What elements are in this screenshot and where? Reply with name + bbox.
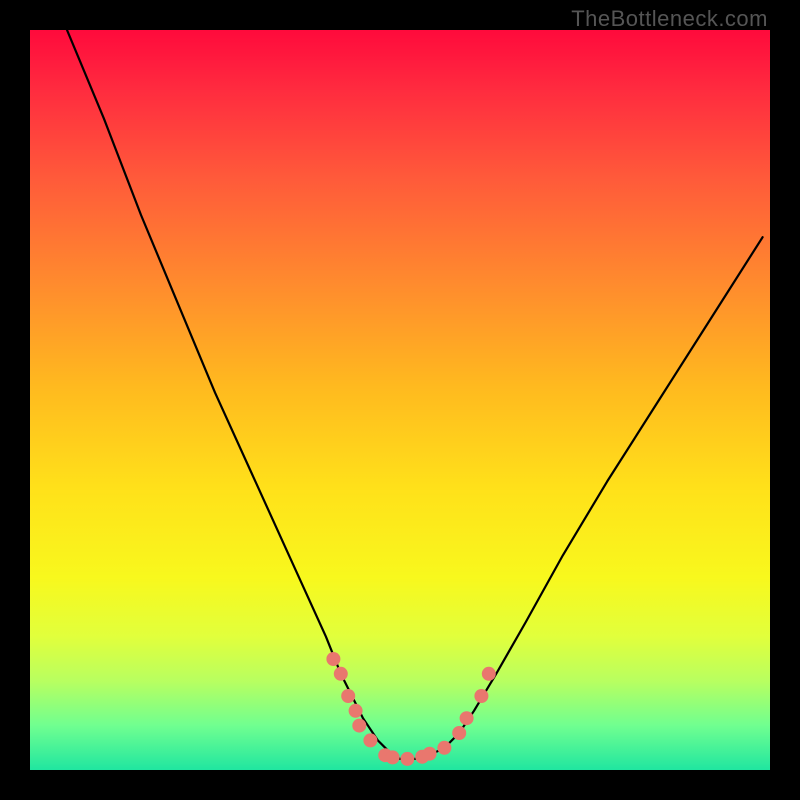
plot-area: [30, 30, 770, 770]
highlight-dot: [482, 667, 496, 681]
bottleneck-curve: [67, 30, 763, 759]
highlight-dot: [400, 752, 414, 766]
watermark-text: TheBottleneck.com: [571, 6, 768, 32]
highlight-dot: [326, 652, 340, 666]
highlight-dot: [341, 689, 355, 703]
highlight-dots: [326, 652, 495, 766]
curve-svg: [30, 30, 770, 770]
chart-frame: TheBottleneck.com: [0, 0, 800, 800]
highlight-dot: [474, 689, 488, 703]
highlight-dot: [334, 667, 348, 681]
highlight-dot: [386, 750, 400, 764]
highlight-dot: [452, 726, 466, 740]
highlight-dot: [460, 711, 474, 725]
highlight-dot: [363, 733, 377, 747]
highlight-dot: [437, 741, 451, 755]
highlight-dot: [352, 719, 366, 733]
highlight-dot: [423, 747, 437, 761]
highlight-dot: [349, 704, 363, 718]
